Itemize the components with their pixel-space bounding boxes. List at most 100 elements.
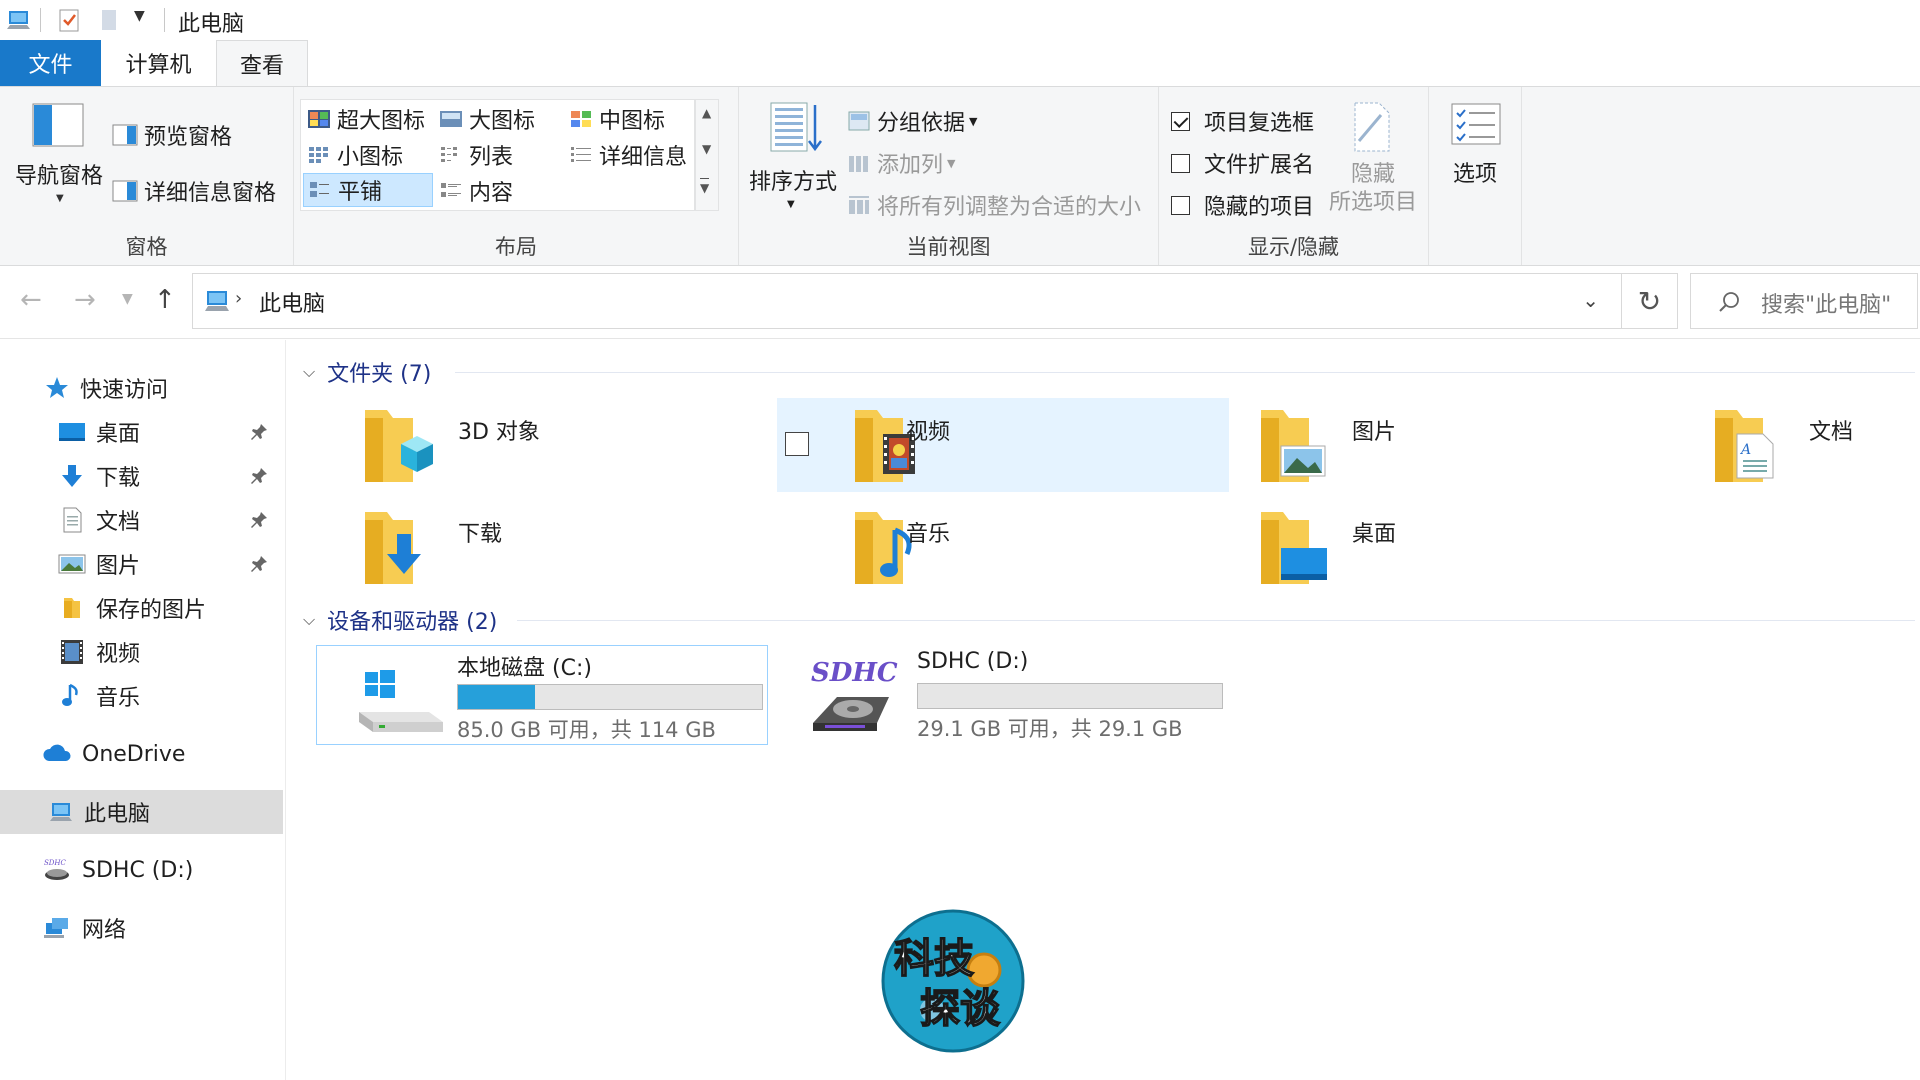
- layout-large-icons[interactable]: 大图标: [439, 102, 535, 136]
- sidebar-item-label: 文档: [96, 510, 141, 535]
- pin-icon[interactable]: [249, 466, 269, 486]
- tab-computer[interactable]: 计算机: [101, 40, 216, 86]
- scroll-up-icon[interactable]: ▲: [702, 106, 711, 120]
- layout-tiles[interactable]: 平铺: [303, 173, 433, 207]
- tab-view[interactable]: 查看: [216, 40, 308, 87]
- group-label-panes: 窗格: [125, 235, 168, 259]
- drive-free-space: 85.0 GB 可用，共 114 GB: [457, 718, 716, 742]
- item-checkboxes-checkbox[interactable]: [1171, 111, 1190, 131]
- layout-extra-large-icons[interactable]: 超大图标: [307, 102, 425, 136]
- layout-details[interactable]: 详细信息: [569, 138, 687, 172]
- group-by-icon: [848, 111, 870, 131]
- sidebar-item-label: 网络: [82, 918, 127, 943]
- tiles-icon: [310, 182, 329, 197]
- windows-drive-icon: [359, 670, 443, 732]
- hide-selected-button[interactable]: 隐藏 所选项目: [1325, 95, 1421, 217]
- folder-desktop[interactable]: 桌面: [1197, 500, 1649, 594]
- sidebar-item-videos[interactable]: 视频: [0, 630, 283, 674]
- sidebar-item-quick-access[interactable]: 快速访问: [0, 366, 283, 410]
- group-current-view: 排序方式 ▼ 分组依据 ▼ 添加列 ▼ 将所有列调整为合适的大小 当前视图: [739, 87, 1159, 265]
- file-extensions-checkbox[interactable]: [1171, 153, 1190, 173]
- item-select-checkbox[interactable]: [785, 432, 809, 456]
- tab-file[interactable]: 文件: [0, 40, 101, 86]
- folder-pictures[interactable]: 图片: [1197, 398, 1649, 492]
- desktop-folder-icon: [1261, 512, 1327, 584]
- folder-videos[interactable]: 视频: [777, 398, 1229, 492]
- window-title: 此电脑: [178, 12, 245, 37]
- address-history-chevron-icon[interactable]: ⌄: [1582, 288, 1599, 312]
- back-arrow-icon[interactable]: ←: [20, 285, 42, 315]
- forward-arrow-icon[interactable]: →: [74, 285, 96, 315]
- chevron-down-icon: ▼: [969, 114, 978, 128]
- details-pane-button[interactable]: 详细信息窗格: [112, 175, 276, 207]
- sidebar-item-music[interactable]: 音乐: [0, 674, 283, 718]
- scroll-down-icon[interactable]: ▼: [702, 142, 711, 156]
- expand-gallery-icon[interactable]: ▼: [700, 178, 710, 195]
- svg-text:SDHC: SDHC: [44, 859, 67, 867]
- group-by-button[interactable]: 分组依据 ▼: [847, 105, 977, 137]
- music-note-icon: [62, 683, 78, 706]
- sidebar-item-pictures[interactable]: 图片: [0, 542, 283, 586]
- sidebar-item-desktop[interactable]: 桌面: [0, 410, 283, 454]
- folder-name: 下载: [458, 522, 503, 547]
- breadcrumb[interactable]: 此电脑: [259, 286, 325, 318]
- hidden-items-toggle[interactable]: 隐藏的项目: [1171, 189, 1314, 221]
- drives-group-header[interactable]: ⌵ 设备和驱动器 (2): [303, 604, 497, 636]
- sidebar-item-downloads[interactable]: 下载: [0, 454, 283, 498]
- this-pc-icon: [50, 803, 72, 821]
- refresh-button[interactable]: ↻: [1622, 273, 1678, 329]
- drive-sdhc-d[interactable]: SDHC SDHC (D:) 29.1 GB 可用，共 29.1 GB: [777, 645, 1229, 745]
- sidebar-item-this-pc[interactable]: 此电脑: [0, 790, 283, 834]
- folders-group-header[interactable]: ⌵ 文件夹 (7): [303, 356, 431, 388]
- content-icon: [441, 183, 461, 197]
- folder-name: 文档: [1809, 420, 1854, 445]
- options-button[interactable]: 选项: [1433, 95, 1517, 205]
- layout-small-icons[interactable]: 小图标: [307, 138, 403, 172]
- hidden-items-label: 隐藏的项目: [1204, 195, 1315, 220]
- this-pc-icon[interactable]: [6, 7, 32, 33]
- new-folder-icon[interactable]: [96, 7, 122, 33]
- sidebar-item-saved-pictures[interactable]: 保存的图片: [0, 586, 283, 630]
- pin-icon[interactable]: [249, 422, 269, 442]
- film-icon: [61, 640, 83, 664]
- sidebar-item-documents[interactable]: 文档: [0, 498, 283, 542]
- drive-local-c[interactable]: 本地磁盘 (C:) 85.0 GB 可用，共 114 GB: [316, 645, 768, 745]
- nav-pane-button[interactable]: 导航窗格 ▼: [8, 99, 108, 209]
- sidebar-item-label: 音乐: [96, 686, 141, 711]
- address-bar[interactable]: › 此电脑 ⌄: [192, 273, 1622, 329]
- pin-icon[interactable]: [249, 510, 269, 530]
- up-arrow-icon[interactable]: ↑: [154, 285, 176, 315]
- breadcrumb-chevron-icon[interactable]: ›: [235, 288, 242, 309]
- search-input[interactable]: 搜索"此电脑": [1690, 273, 1918, 329]
- add-column-button[interactable]: 添加列 ▼: [847, 147, 955, 179]
- folder-documents[interactable]: A 文档: [1657, 398, 1919, 492]
- size-all-columns-button[interactable]: 将所有列调整为合适的大小: [847, 189, 1141, 221]
- layout-list[interactable]: 列表: [439, 138, 513, 172]
- folder-downloads[interactable]: 下载: [287, 500, 739, 594]
- options-icon: [1451, 103, 1501, 145]
- downloads-folder-icon: [365, 512, 421, 584]
- sidebar-item-sdhc[interactable]: SDHC SDHC (D:): [0, 848, 283, 892]
- recent-locations-chevron-icon[interactable]: ▼: [122, 291, 133, 307]
- layout-medium-icons[interactable]: 中图标: [569, 102, 665, 136]
- folder-music[interactable]: 音乐: [777, 500, 1229, 594]
- preview-pane-button[interactable]: 预览窗格: [112, 119, 232, 151]
- folder-3d-objects[interactable]: 3D 对象: [287, 398, 739, 492]
- navigation-bar: ← → ▼ ↑ › 此电脑 ⌄ ↻ 搜索"此电脑": [0, 267, 1920, 339]
- file-extensions-toggle[interactable]: 文件扩展名: [1171, 147, 1314, 179]
- pin-icon[interactable]: [249, 554, 269, 574]
- properties-icon[interactable]: [56, 7, 82, 33]
- preview-pane-icon: [112, 124, 138, 146]
- sidebar-item-label: 图片: [96, 554, 141, 579]
- hidden-items-checkbox[interactable]: [1171, 195, 1190, 215]
- sidebar-item-network[interactable]: 网络: [0, 906, 283, 950]
- pictures-folder-icon: [1261, 410, 1326, 482]
- layout-content[interactable]: 内容: [439, 174, 513, 208]
- customize-toolbar-icon[interactable]: ▼: [134, 8, 145, 24]
- sort-by-button[interactable]: 排序方式 ▼: [747, 95, 837, 215]
- item-checkboxes-toggle[interactable]: 项目复选框: [1171, 105, 1314, 137]
- sidebar-item-onedrive[interactable]: OneDrive: [0, 732, 283, 776]
- layout-gallery: 超大图标 大图标 中图标 小图标 列表 详细信息 平铺 内容: [300, 99, 695, 211]
- sidebar-item-label: 桌面: [96, 422, 141, 447]
- sort-by-label: 排序方式: [748, 170, 837, 195]
